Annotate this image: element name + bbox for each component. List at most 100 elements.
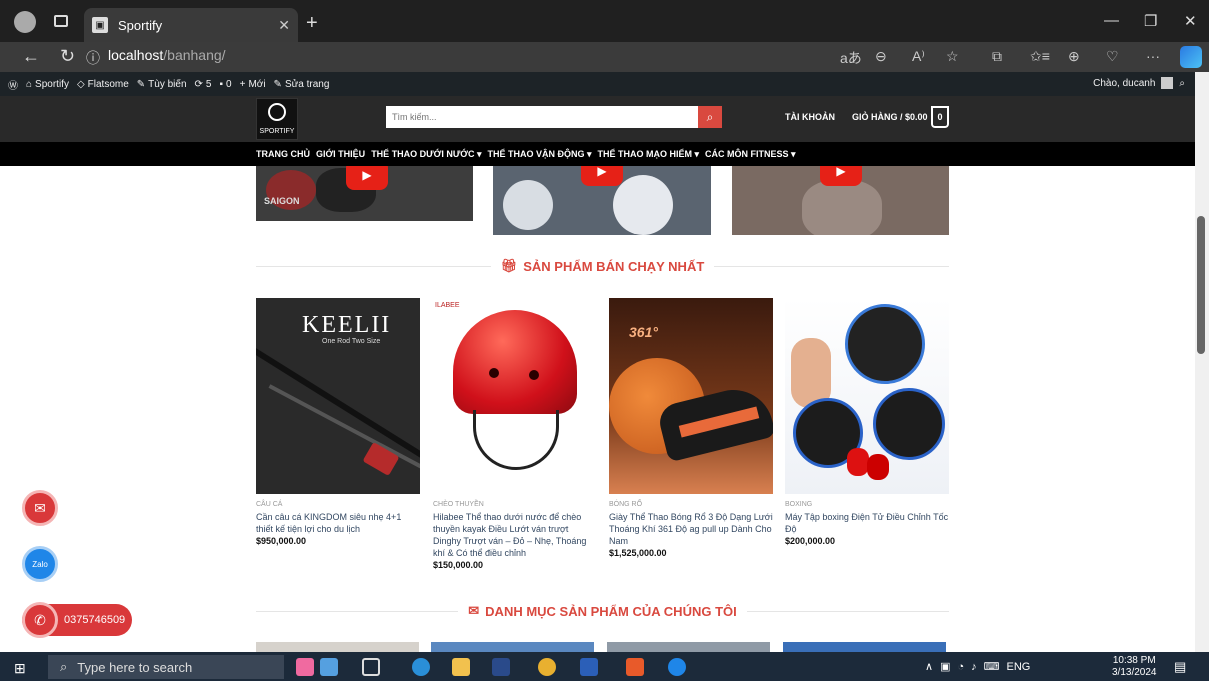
- admin-customize-link[interactable]: ✎ Tùy biến: [137, 79, 187, 90]
- product-category[interactable]: CÂU CÁ: [256, 501, 420, 508]
- nav-item-motion-sports[interactable]: THỂ THAO VẬN ĐỘNG ▾: [488, 149, 592, 160]
- nav-item-fitness[interactable]: CÁC MÔN FITNESS ▾: [705, 149, 796, 160]
- clock-time: 10:38 PM: [1112, 655, 1156, 666]
- admin-account[interactable]: Chào, ducanh ⌕: [1093, 77, 1185, 89]
- product-card[interactable]: 361° BÓNG RỔ Giày Thể Thao Bóng Rổ 3 Độ …: [609, 298, 773, 558]
- admin-greeting: Chào, ducanh: [1093, 77, 1156, 89]
- video-thumbnail-1[interactable]: ▶ SAIGON: [256, 160, 473, 221]
- category-thumbnail[interactable]: [783, 642, 946, 652]
- more-icon[interactable]: ···: [1146, 48, 1160, 64]
- url-field[interactable]: localhost/banhang/: [108, 47, 226, 63]
- keyboard-icon[interactable]: ⌨: [984, 660, 1000, 673]
- messenger-button[interactable]: ✉︎: [22, 490, 58, 526]
- close-tab-icon[interactable]: ✕: [278, 17, 290, 34]
- favorite-icon[interactable]: ☆: [946, 48, 959, 65]
- product-name[interactable]: Máy Tập boxing Điện Tử Điều Chỉnh Tốc Độ: [785, 511, 949, 535]
- network-icon[interactable]: ◔: [957, 661, 964, 673]
- envelope-icon: ✉︎: [468, 603, 480, 618]
- admin-edit-page-link[interactable]: ✎ Sửa trang: [274, 79, 330, 90]
- collections-icon[interactable]: ⊕: [1068, 48, 1080, 65]
- read-aloud-icon[interactable]: A⁾: [912, 48, 925, 65]
- wordpress-logo-icon[interactable]: Ⓦ: [8, 77, 18, 92]
- restore-icon[interactable]: ❐: [1144, 12, 1157, 30]
- scrollbar-thumb[interactable]: [1197, 216, 1205, 354]
- product-image[interactable]: KEELII One Rod Two Size: [256, 298, 420, 494]
- product-name[interactable]: Cần câu cá KINGDOM siêu nhẹ 4+1 thiết kế…: [256, 511, 420, 535]
- admin-theme-link[interactable]: ◇ Flatsome: [77, 79, 129, 90]
- product-image[interactable]: [785, 298, 949, 494]
- clock-date: 3/13/2024: [1112, 667, 1157, 678]
- search-input[interactable]: [386, 106, 698, 128]
- chrome-icon[interactable]: [538, 658, 556, 676]
- product-name[interactable]: Hilabee Thể thao dưới nước để chèo thuyề…: [433, 511, 597, 559]
- favorites-list-icon[interactable]: ✩≡: [1030, 48, 1050, 65]
- minimize-icon[interactable]: —: [1104, 12, 1119, 29]
- product-card[interactable]: ILABEE CHÈO THUYỀN Hilabee Thể thao dưới…: [433, 298, 597, 570]
- site-info-icon[interactable]: ⓘ: [86, 48, 100, 68]
- product-card[interactable]: BOXING Máy Tập boxing Điện Tử Điều Chỉnh…: [785, 298, 949, 546]
- file-explorer-icon[interactable]: [452, 658, 470, 676]
- nav-item-water-sports[interactable]: THỂ THAO DƯỚI NƯỚC ▾: [371, 149, 481, 160]
- nav-item-home[interactable]: TRANG CHỦ: [256, 149, 310, 159]
- product-name[interactable]: Giày Thể Thao Bóng Rổ 3 Độ Dạng Lưới Tho…: [609, 511, 773, 547]
- product-card[interactable]: KEELII One Rod Two Size CÂU CÁ Cần câu c…: [256, 298, 420, 546]
- split-screen-icon[interactable]: ⧉: [992, 48, 1002, 65]
- health-icon[interactable]: ♡: [1106, 48, 1119, 65]
- new-tab-icon[interactable]: +: [306, 12, 318, 35]
- admin-new-link[interactable]: + Mới: [240, 79, 266, 90]
- nav-item-extreme-sports[interactable]: THỂ THAO MẠO HIỂM ▾: [598, 149, 700, 160]
- cart-link[interactable]: GIỎ HÀNG / $0.00: [852, 112, 928, 122]
- tab-actions-icon[interactable]: [54, 15, 68, 27]
- profile-icon[interactable]: [14, 11, 36, 33]
- tray-expand-icon[interactable]: ∧: [925, 660, 933, 673]
- product-category[interactable]: BOXING: [785, 501, 949, 508]
- category-thumbnail[interactable]: [431, 642, 594, 652]
- cart-count-badge[interactable]: 0: [931, 106, 949, 128]
- refresh-icon[interactable]: ↻: [60, 46, 75, 67]
- taskbar-search-placeholder: Type here to search: [77, 659, 193, 675]
- back-icon[interactable]: ←: [22, 46, 40, 67]
- copilot-icon[interactable]: [1180, 46, 1202, 68]
- page-scrollbar[interactable]: [1195, 72, 1209, 652]
- zalo-button[interactable]: Zalo: [22, 546, 58, 582]
- start-windows-icon[interactable]: ⊞: [14, 660, 26, 677]
- admin-site-link[interactable]: ⌂ Sportify: [26, 79, 69, 90]
- site-logo[interactable]: SPORTIFY: [256, 98, 298, 140]
- window-close-icon[interactable]: ✕: [1184, 12, 1197, 30]
- category-thumbnail[interactable]: [607, 642, 770, 652]
- product-category[interactable]: BÓNG RỔ: [609, 501, 773, 508]
- video-thumbnail-3[interactable]: ▶: [732, 160, 949, 235]
- zoom-icon[interactable]: ⊖: [875, 48, 887, 65]
- taskbar-clock[interactable]: 10:38 PM 3/13/2024: [1112, 655, 1157, 679]
- site-favicon-icon: ▣: [92, 17, 108, 33]
- notification-icon[interactable]: ▤: [1174, 659, 1186, 675]
- product-category[interactable]: CHÈO THUYỀN: [433, 501, 597, 508]
- flamingo-widget-icon[interactable]: [296, 658, 314, 676]
- pinned-app-icon[interactable]: [492, 658, 510, 676]
- admin-updates-link[interactable]: ⟳ 5: [195, 79, 212, 90]
- task-view-icon[interactable]: [362, 658, 380, 676]
- phone-icon[interactable]: ✆: [22, 602, 58, 638]
- admin-site-label: Sportify: [35, 78, 69, 90]
- product-image[interactable]: 361°: [609, 298, 773, 494]
- admin-search-icon[interactable]: ⌕: [1179, 78, 1185, 89]
- tray-app-icon[interactable]: ▣: [940, 660, 950, 673]
- xampp-icon[interactable]: [626, 658, 644, 676]
- edge-browser-icon[interactable]: [412, 658, 430, 676]
- video-thumbnail-2[interactable]: ▶: [493, 160, 711, 235]
- language-indicator[interactable]: ENG: [1007, 661, 1031, 673]
- taskbar-search[interactable]: ⌕ Type here to search: [48, 655, 284, 679]
- admin-comments-link[interactable]: ▪ 0: [219, 79, 231, 90]
- bird-widget-icon[interactable]: [320, 658, 338, 676]
- account-link[interactable]: TÀI KHOẢN: [785, 112, 835, 122]
- browser-tab[interactable]: ▣ Sportify ✕: [84, 8, 298, 42]
- read-aloud-lang-icon[interactable]: aあ: [840, 48, 862, 68]
- zalo-app-icon[interactable]: [668, 658, 686, 676]
- search-button[interactable]: ⌕: [698, 106, 722, 128]
- volume-icon[interactable]: ♪: [971, 661, 977, 673]
- tab-title: Sportify: [118, 17, 163, 33]
- nav-item-about[interactable]: GIỚI THIỆU: [316, 149, 365, 159]
- product-image[interactable]: ILABEE: [433, 298, 597, 494]
- category-thumbnail[interactable]: [256, 642, 419, 652]
- word-icon[interactable]: [580, 658, 598, 676]
